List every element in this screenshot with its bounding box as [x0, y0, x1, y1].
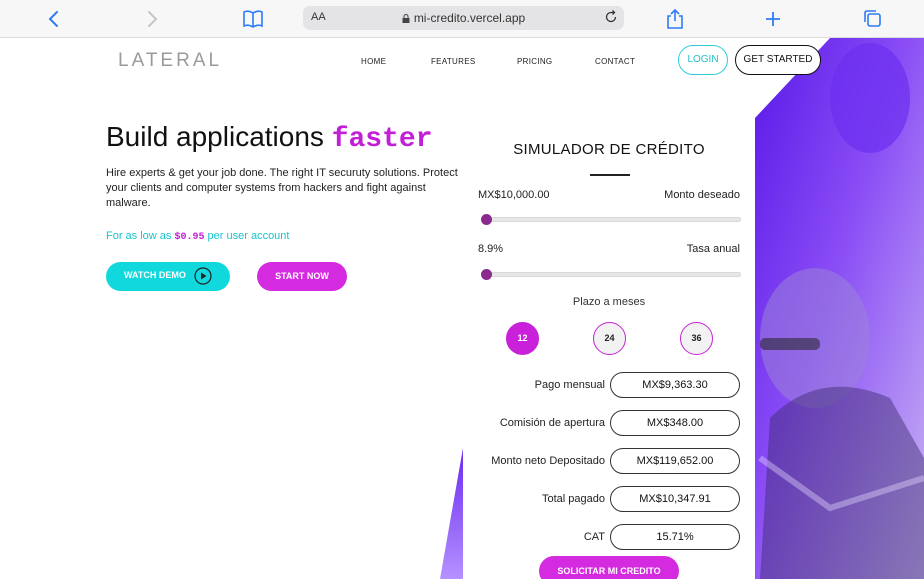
price-line: For as low as $0.95 per user account: [106, 230, 289, 243]
watch-demo-label: WATCH DEMO: [124, 270, 186, 280]
price-value: $0.95: [174, 232, 205, 243]
cat-field[interactable]: 15.71%: [610, 524, 740, 550]
address-bar[interactable]: AA mi-credito.vercel.app: [303, 6, 624, 30]
rate-slider[interactable]: [481, 269, 741, 280]
browser-toolbar: AA mi-credito.vercel.app: [0, 0, 924, 38]
monthly-payment-label: Pago mensual: [534, 379, 605, 391]
lock-icon: [402, 14, 410, 23]
rate-value: 8.9%: [478, 243, 504, 255]
hero-title-plain: Build applications: [106, 121, 332, 152]
price-suffix: per user account: [204, 230, 290, 242]
url-text: mi-credito.vercel.app: [413, 11, 526, 25]
forward-icon[interactable]: [142, 9, 162, 29]
total-paid-label: Total pagado: [542, 493, 605, 505]
net-deposit-field[interactable]: MX$119,652.00: [610, 448, 740, 474]
amount-slider-thumb[interactable]: [481, 214, 492, 225]
reload-icon[interactable]: [604, 10, 618, 24]
total-paid-field[interactable]: MX$10,347.91: [610, 486, 740, 512]
hero-description: Hire experts & get your job done. The ri…: [106, 167, 458, 209]
amount-label: Monto deseado: [664, 189, 740, 201]
tabs-icon[interactable]: [862, 8, 884, 30]
back-icon[interactable]: [44, 9, 64, 29]
new-tab-icon[interactable]: [762, 8, 784, 30]
site-logo[interactable]: LATERAL: [118, 50, 222, 72]
term-option-36[interactable]: 36: [680, 322, 713, 355]
rate-slider-thumb[interactable]: [481, 269, 492, 280]
term-option-24[interactable]: 24: [593, 322, 626, 355]
opening-fee-label: Comisión de apertura: [499, 417, 605, 429]
play-icon: [194, 267, 212, 285]
nav-contact[interactable]: CONTACT: [595, 57, 635, 66]
rate-label: Tasa anual: [686, 243, 740, 255]
nav-pricing[interactable]: PRICING: [517, 57, 552, 66]
login-button[interactable]: LOGIN: [678, 45, 728, 75]
amount-value: MX$10,000.00: [478, 189, 550, 201]
watch-demo-button[interactable]: WATCH DEMO: [106, 262, 230, 291]
simulator-title: SIMULADOR DE CRÉDITO: [513, 141, 705, 158]
hero-title-highlight: faster: [331, 124, 433, 155]
opening-fee-field[interactable]: MX$348.00: [610, 410, 740, 436]
title-divider: [590, 174, 630, 176]
nav-features[interactable]: FEATURES: [431, 57, 475, 66]
net-deposit-label: Monto neto Depositado: [491, 455, 605, 467]
bookmarks-icon[interactable]: [242, 8, 264, 30]
share-icon[interactable]: [664, 8, 686, 30]
credit-simulator-card: SIMULADOR DE CRÉDITO MX$10,000.00 Monto …: [463, 122, 755, 579]
monthly-payment-field[interactable]: MX$9,363.30: [610, 372, 740, 398]
request-credit-button[interactable]: SOLICITAR MI CREDITO: [539, 556, 679, 579]
get-started-button[interactable]: GET STARTED: [735, 45, 821, 75]
price-prefix: For as low as: [106, 230, 175, 242]
term-option-12[interactable]: 12: [506, 322, 539, 355]
cat-label: CAT: [583, 531, 605, 543]
start-now-button[interactable]: START NOW: [257, 262, 347, 291]
term-label: Plazo a meses: [572, 296, 646, 308]
nav-home[interactable]: HOME: [361, 57, 386, 66]
hero-title: Build applications faster: [106, 121, 433, 155]
amount-slider[interactable]: [481, 214, 741, 225]
